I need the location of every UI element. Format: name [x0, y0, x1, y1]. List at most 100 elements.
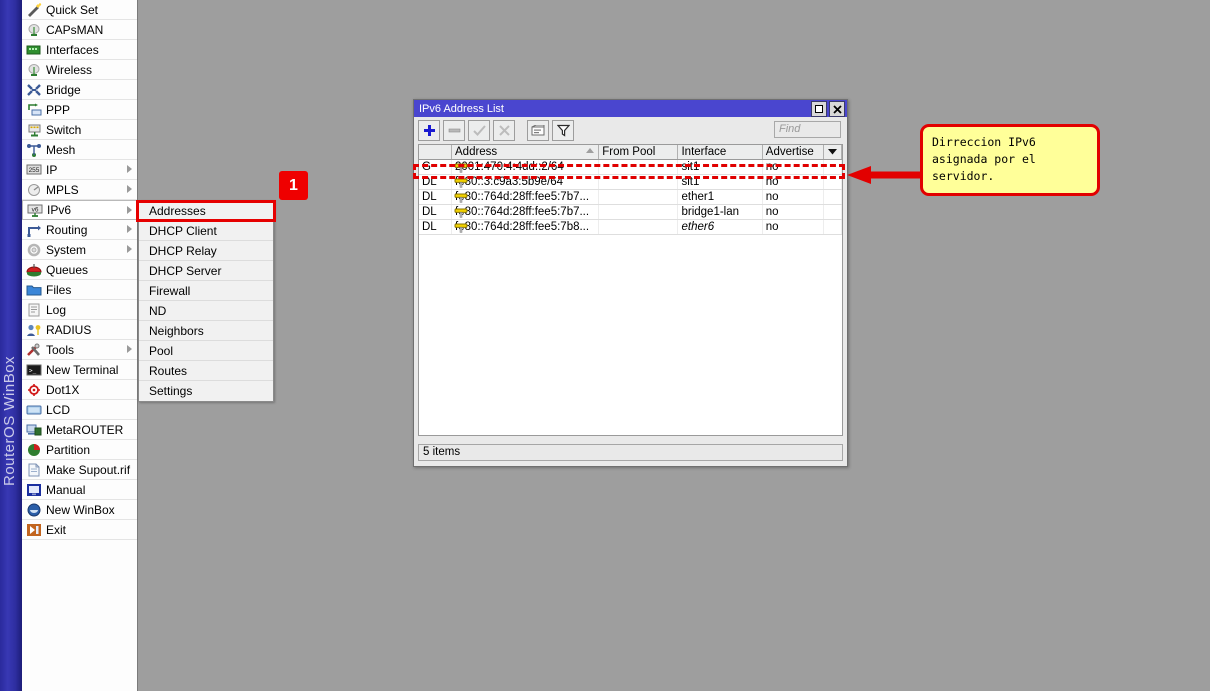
menu-item-label: Make Supout.rif [46, 462, 131, 477]
row-flags: DL [419, 174, 452, 190]
chevron-right-icon [127, 245, 132, 253]
submenu-item-dhcp-client[interactable]: DHCP Client [139, 221, 273, 241]
menu-item-interfaces[interactable]: Interfaces [22, 40, 137, 60]
table-row[interactable]: DL fe80::3:c9a3:5b9e/64 sit1 no [419, 174, 842, 190]
row-address-text: fe80::3:c9a3:5b9e/64 [455, 176, 564, 188]
menu-item-ip[interactable]: 255 IP [22, 160, 137, 180]
col-header-address[interactable]: Address [451, 145, 600, 160]
callout-arrow-icon [847, 166, 923, 184]
menu-item-label: Routing [46, 222, 88, 237]
window-titlebar[interactable]: IPv6 Address List [414, 100, 847, 117]
row-interface: sit1 [677, 159, 763, 175]
menu-item-label: Mesh [46, 142, 76, 157]
maximize-button[interactable] [811, 101, 827, 117]
radius-icon [25, 322, 42, 338]
submenu-item-pool[interactable]: Pool [139, 341, 273, 361]
row-advertise: no [762, 159, 824, 175]
submenu-item-nd[interactable]: ND [139, 301, 273, 321]
menu-item-ipv6[interactable]: v6 IPv6 [22, 200, 137, 220]
row-address: fe80::3:c9a3:5b9e/64 [451, 174, 600, 190]
menu-item-label: IP [46, 162, 58, 177]
row-interface: ether1 [677, 189, 763, 205]
menu-item-new-terminal[interactable]: >_ New Terminal [22, 360, 137, 380]
row-spacer [823, 159, 842, 175]
menu-item-label: Dot1X [46, 382, 80, 397]
remove-button[interactable] [443, 120, 465, 141]
menu-item-mesh[interactable]: Mesh [22, 140, 137, 160]
menu-item-system[interactable]: System [22, 240, 137, 260]
enable-button[interactable] [468, 120, 490, 141]
submenu-item-firewall[interactable]: Firewall [139, 281, 273, 301]
antenna-icon [25, 62, 42, 78]
menu-item-log[interactable]: Log [22, 300, 137, 320]
add-button[interactable] [418, 120, 440, 141]
column-chooser-button[interactable] [823, 145, 842, 160]
col-header-interface[interactable]: Interface [677, 145, 763, 160]
menu-item-lcd[interactable]: LCD [22, 400, 137, 420]
menu-item-manual[interactable]: Manual [22, 480, 137, 500]
menu-item-label: New Terminal [46, 362, 119, 377]
exit-icon [25, 522, 42, 538]
ipv6-icon: v6 [26, 202, 43, 218]
row-interface: sit1 [677, 174, 763, 190]
menu-item-label: Manual [46, 482, 86, 497]
table-row[interactable]: G 2001:470:4:4dd::2/64 sit1 no [419, 159, 842, 175]
submenu-item-dhcp-server[interactable]: DHCP Server [139, 261, 273, 281]
menu-item-capsman[interactable]: CAPsMAN [22, 20, 137, 40]
menu-item-partition[interactable]: Partition [22, 440, 137, 460]
submenu-item-settings[interactable]: Settings [139, 381, 273, 401]
row-flags: DL [419, 204, 452, 220]
submenu-item-routes[interactable]: Routes [139, 361, 273, 381]
row-advertise: no [762, 174, 824, 190]
menu-item-routing[interactable]: Routing [22, 220, 137, 240]
submenu-item-neighbors[interactable]: Neighbors [139, 321, 273, 341]
row-address-text: fe80::764d:28ff:fee5:7b8... [455, 221, 590, 233]
switch-icon [25, 122, 42, 138]
menu-item-label: CAPsMAN [46, 22, 104, 37]
menu-item-ppp[interactable]: PPP [22, 100, 137, 120]
col-header-advertise[interactable]: Advertise [762, 145, 824, 160]
menu-item-label: Wireless [46, 62, 93, 77]
find-input[interactable]: Find [774, 121, 841, 138]
menu-item-metarouter[interactable]: MetaROUTER [22, 420, 137, 440]
window-title: IPv6 Address List [419, 102, 504, 115]
menu-item-new-winbox[interactable]: New WinBox [22, 500, 137, 520]
menu-item-wireless[interactable]: Wireless [22, 60, 137, 80]
row-advertise: no [762, 219, 824, 235]
grid-body: G 2001:470:4:4dd::2/64 sit1 no DL fe80::3:c9a… [419, 159, 842, 235]
disable-button[interactable] [493, 120, 515, 141]
table-row[interactable]: DL fe80::764d:28ff:fee5:7b7... ether1 no [419, 189, 842, 205]
menu-item-files[interactable]: Files [22, 280, 137, 300]
menu-item-switch[interactable]: Switch [22, 120, 137, 140]
filter-button[interactable] [552, 120, 574, 141]
table-row[interactable]: DL fe80::764d:28ff:fee5:7b7... bridge1-lan… [419, 204, 842, 220]
interface-icon [25, 42, 42, 58]
menu-item-mpls[interactable]: MPLS [22, 180, 137, 200]
menu-item-make-supout-rif[interactable]: Make Supout.rif [22, 460, 137, 480]
row-address-text: fe80::764d:28ff:fee5:7b7... [455, 191, 590, 203]
menu-item-label: Partition [46, 442, 91, 457]
table-row[interactable]: DL fe80::764d:28ff:fee5:7b8... ether6 no [419, 219, 842, 235]
menu-item-dot1x[interactable]: Dot1X [22, 380, 137, 400]
submenu-item-addresses[interactable]: Addresses [139, 201, 273, 221]
submenu-item-dhcp-relay[interactable]: DHCP Relay [139, 241, 273, 261]
menu-item-bridge[interactable]: Bridge [22, 80, 137, 100]
row-address: fe80::764d:28ff:fee5:7b7... [451, 189, 600, 205]
close-button[interactable] [829, 101, 845, 117]
mesh-icon [25, 142, 42, 158]
ip-255-icon: 255 [25, 162, 42, 178]
menu-item-label: PPP [46, 102, 71, 117]
col-header-from-pool[interactable]: From Pool [598, 145, 679, 160]
menu-item-queues[interactable]: Queues [22, 260, 137, 280]
status-bar: 5 items [418, 444, 843, 461]
menu-item-radius[interactable]: RADIUS [22, 320, 137, 340]
menu-item-tools[interactable]: Tools [22, 340, 137, 360]
col-header-flags[interactable] [419, 145, 452, 160]
menu-item-quick-set[interactable]: Quick Set [22, 0, 137, 20]
menu-item-exit[interactable]: Exit [22, 520, 137, 540]
routing-icon [25, 222, 42, 238]
partition-icon [25, 442, 42, 458]
svg-text:>_: >_ [29, 367, 37, 374]
row-address-text: fe80::764d:28ff:fee5:7b7... [455, 206, 590, 218]
comment-button[interactable] [527, 120, 549, 141]
